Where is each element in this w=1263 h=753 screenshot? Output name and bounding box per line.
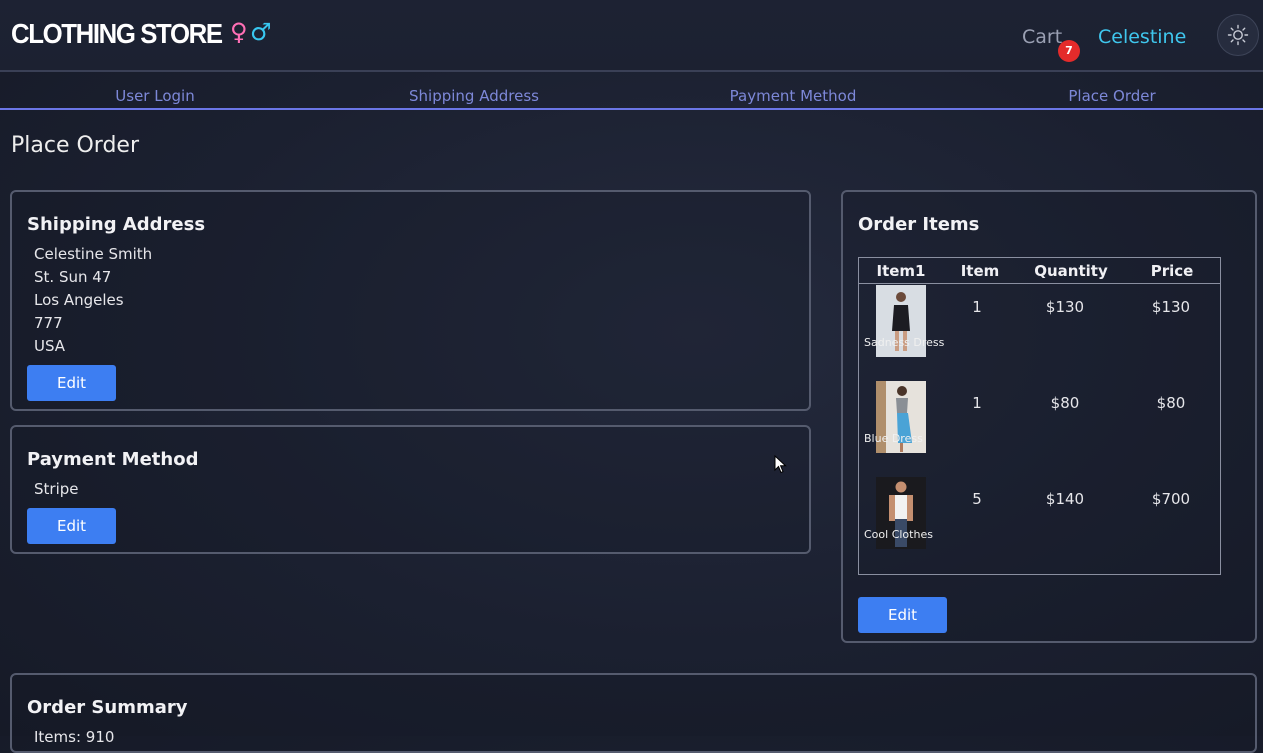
table-header-divider bbox=[859, 283, 1220, 284]
column-header-item1: Item1 bbox=[876, 262, 926, 280]
order-summary-title: Order Summary bbox=[27, 697, 188, 718]
product-total-price: $80 bbox=[1156, 394, 1186, 412]
product-unit-price: $130 bbox=[1045, 298, 1085, 316]
product-unit-price: $80 bbox=[1050, 394, 1080, 412]
sun-icon bbox=[1227, 24, 1249, 46]
shipping-address-title: Shipping Address bbox=[27, 214, 206, 235]
product-total-price: $700 bbox=[1151, 490, 1191, 508]
product-name[interactable]: Blue Dress bbox=[864, 432, 923, 445]
edit-shipping-button[interactable]: Edit bbox=[27, 365, 116, 401]
checkout-steps: User Login Shipping Address Payment Meth… bbox=[0, 78, 1263, 110]
top-navbar: CLOTHING STORE ♀ ♂ Cart 7 Celestine bbox=[0, 0, 1263, 72]
product-unit-price: $140 bbox=[1045, 490, 1085, 508]
user-menu[interactable]: Celestine bbox=[1098, 26, 1186, 48]
column-header-price: Price bbox=[1150, 262, 1194, 280]
product-name[interactable]: Cool Clothes bbox=[864, 528, 933, 541]
shipping-postal-code: 777 bbox=[34, 314, 63, 332]
column-header-quantity: Quantity bbox=[1034, 262, 1108, 280]
shipping-city: Los Angeles bbox=[34, 291, 124, 309]
product-quantity: 5 bbox=[972, 490, 982, 508]
mouse-cursor-icon bbox=[774, 455, 787, 474]
product-quantity: 1 bbox=[972, 298, 982, 316]
edit-order-items-button[interactable]: Edit bbox=[858, 597, 947, 633]
shipping-address-card: Shipping Address Celestine Smith St. Sun… bbox=[10, 190, 811, 411]
payment-method-card: Payment Method Stripe Edit bbox=[10, 425, 811, 554]
cart-count-badge: 7 bbox=[1058, 40, 1080, 62]
store-logo[interactable]: CLOTHING STORE bbox=[11, 18, 223, 50]
product-total-price: $130 bbox=[1151, 298, 1191, 316]
shipping-street: St. Sun 47 bbox=[34, 268, 112, 286]
male-symbol-icon: ♂ bbox=[250, 18, 272, 46]
theme-toggle-button[interactable] bbox=[1217, 14, 1259, 56]
step-place-order[interactable]: Place Order bbox=[1068, 87, 1155, 105]
column-header-item: Item bbox=[960, 262, 1000, 280]
shipping-country: USA bbox=[34, 337, 66, 355]
summary-items-line: Items: 910 bbox=[34, 728, 115, 746]
order-items-table: Item1 Item Quantity Price Sadness Dress … bbox=[858, 257, 1221, 575]
payment-method-value: Stripe bbox=[34, 480, 79, 498]
product-quantity: 1 bbox=[972, 394, 982, 412]
step-payment-method[interactable]: Payment Method bbox=[730, 87, 857, 105]
cart-link[interactable]: Cart bbox=[1022, 26, 1062, 48]
product-name[interactable]: Sadness Dress bbox=[864, 336, 944, 349]
page-title: Place Order bbox=[11, 133, 140, 158]
shipping-name: Celestine Smith bbox=[34, 245, 153, 263]
step-shipping-address[interactable]: Shipping Address bbox=[409, 87, 539, 105]
payment-method-title: Payment Method bbox=[27, 449, 199, 470]
edit-payment-button[interactable]: Edit bbox=[27, 508, 116, 544]
order-items-title: Order Items bbox=[858, 214, 980, 235]
step-user-login[interactable]: User Login bbox=[115, 87, 194, 105]
order-items-card: Order Items Item1 Item Quantity Price Sa… bbox=[841, 190, 1257, 643]
order-summary-card: Order Summary Items: 910 bbox=[10, 673, 1257, 753]
female-symbol-icon: ♀ bbox=[230, 18, 248, 46]
